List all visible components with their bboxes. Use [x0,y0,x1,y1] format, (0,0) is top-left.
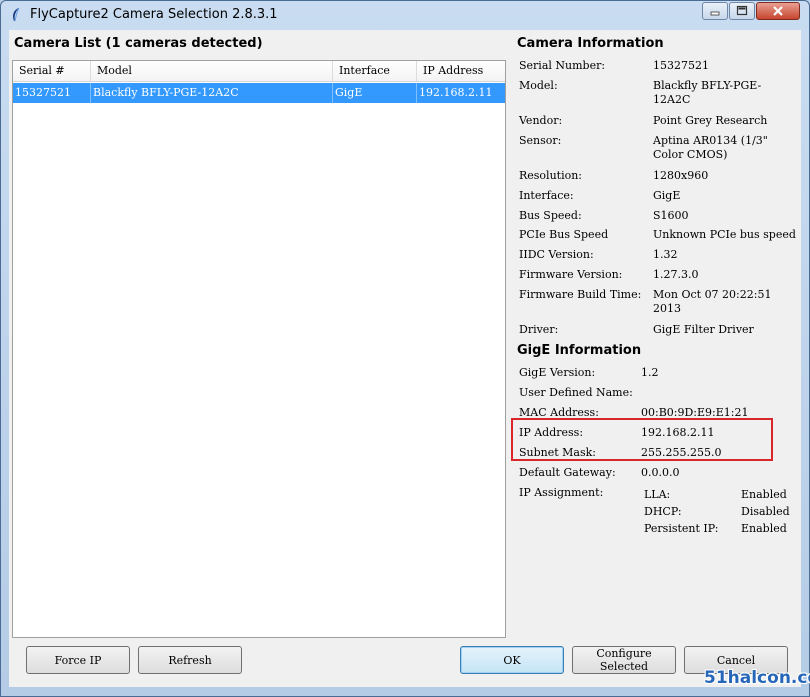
minimize-button[interactable] [702,2,728,20]
column-header-interface[interactable]: Interface [333,61,417,81]
resolution-value: 1280x960 [653,169,709,182]
close-button[interactable] [756,2,800,20]
column-header-serial[interactable]: Serial # [13,61,91,81]
maximize-button[interactable] [729,2,755,20]
force-ip-button[interactable]: Force IP [26,646,130,674]
dhcp-label: DHCP: [644,505,682,518]
sensor-label: Sensor: [519,134,562,147]
minimize-icon [710,11,720,16]
vendor-label: Vendor: [519,114,563,127]
cell-model: Blackfly BFLY-PGE-12A2C [91,83,333,103]
camera-info-heading: Camera Information [517,36,664,51]
gige-version-value: 1.2 [641,366,659,379]
iidc-version-value: 1.32 [653,248,678,261]
sensor-value-line2: Color CMOS) [653,148,728,161]
serial-label: Serial Number: [519,59,606,72]
dhcp-value: Disabled [741,505,790,518]
interface-value: GigE [653,189,681,202]
driver-value: GigE Filter Driver [653,323,754,336]
serial-value: 15327521 [653,59,709,72]
lla-value: Enabled [741,488,787,501]
firmware-build-value-line2: 2013 [653,302,681,315]
feather-icon [13,7,20,22]
model-label: Model: [519,79,558,92]
model-value-line1: Blackfly BFLY-PGE- [653,79,762,92]
user-defined-name-label: User Defined Name: [519,386,633,399]
configure-selected-label-line2: Selected [599,660,649,673]
column-header-model[interactable]: Model [91,61,333,81]
firmware-build-value-line1: Mon Oct 07 20:22:51 [653,288,772,301]
ip-assignment-label: IP Assignment: [519,486,604,499]
driver-label: Driver: [519,323,559,336]
firmware-version-label: Firmware Version: [519,268,623,281]
maximize-icon [736,5,748,16]
dialog-body: Camera List (1 cameras detected) Serial … [9,30,801,687]
camera-selection-window: FlyCapture2 Camera Selection 2.8.3.1 Cam… [0,0,810,697]
cell-serial: 15327521 [13,83,91,103]
window-title: FlyCapture2 Camera Selection 2.8.3.1 [30,7,278,22]
configure-selected-button[interactable]: Configure Selected [572,646,676,674]
bus-speed-label: Bus Speed: [519,209,582,222]
camera-list-heading: Camera List (1 cameras detected) [14,36,263,51]
camera-list[interactable]: Serial # Model Interface IP Address 1532… [12,60,506,638]
cell-interface: GigE [333,83,417,103]
firmware-build-label: Firmware Build Time: [519,288,642,301]
bus-speed-value: S1600 [653,209,689,222]
ok-button[interactable]: OK [460,646,564,674]
gige-info-heading: GigE Information [517,343,642,358]
watermark: 51halcon.com [704,668,810,688]
gige-version-label: GigE Version: [519,366,596,379]
title-bar[interactable]: FlyCapture2 Camera Selection 2.8.3.1 [1,1,809,29]
vendor-value: Point Grey Research [653,114,768,127]
camera-list-header: Serial # Model Interface IP Address [13,61,505,82]
default-gateway-value: 0.0.0.0 [641,466,680,479]
refresh-button[interactable]: Refresh [138,646,242,674]
highlight-annotation-box [511,418,773,461]
table-row[interactable]: 15327521 Blackfly BFLY-PGE-12A2C GigE 19… [13,83,505,103]
persistent-ip-label: Persistent IP: [644,522,719,535]
pcie-speed-label: PCIe Bus Speed [519,228,609,241]
close-icon [773,6,783,16]
column-header-ip-address[interactable]: IP Address [417,61,505,81]
firmware-version-value: 1.27.3.0 [653,268,699,281]
cell-ip-address: 192.168.2.11 [419,86,493,99]
persistent-ip-value: Enabled [741,522,787,535]
pcie-speed-value: Unknown PCIe bus speed [653,228,796,241]
configure-selected-label-line1: Configure [596,647,652,660]
lla-label: LLA: [644,488,671,501]
interface-label: Interface: [519,189,574,202]
model-value-line2: 12A2C [653,93,691,106]
sensor-value-line1: Aptina AR0134 (1/3" [653,134,768,147]
resolution-label: Resolution: [519,169,583,182]
iidc-version-label: IIDC Version: [519,248,594,261]
default-gateway-label: Default Gateway: [519,466,616,479]
